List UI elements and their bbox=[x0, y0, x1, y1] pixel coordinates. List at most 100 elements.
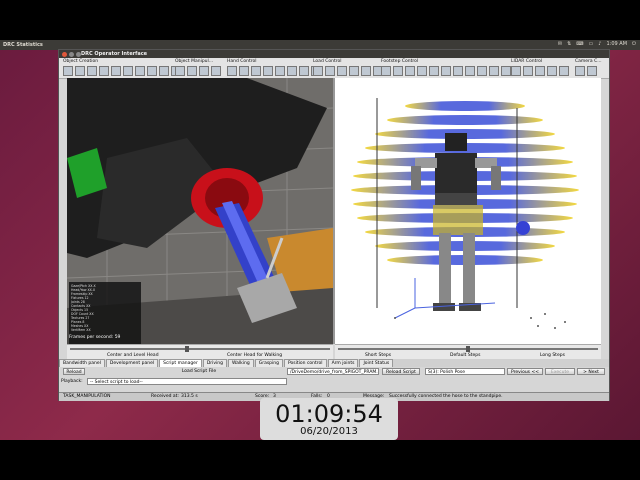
power-icon[interactable]: ⏻ bbox=[632, 41, 636, 47]
slider-right-label: Center Head for Walking bbox=[227, 353, 283, 358]
system-tray: ✉ ⇅ ⌨ ▭ ♪ 1:09 AM ⏻ bbox=[558, 41, 636, 47]
hand-open-icon[interactable] bbox=[227, 66, 237, 76]
toolbar-group-footstep-control: Footstep Control bbox=[379, 58, 511, 78]
lidar-3d-view[interactable] bbox=[335, 78, 601, 344]
tab-driving[interactable]: Driving bbox=[202, 359, 227, 367]
footstep-3-icon[interactable] bbox=[405, 66, 415, 76]
load-1-icon[interactable] bbox=[313, 66, 323, 76]
hand-pinch-icon[interactable] bbox=[251, 66, 261, 76]
script-path-field[interactable]: /DriveDemo/drive_from_SPIGOT_PRAM.xml bbox=[287, 368, 379, 375]
load-script-button[interactable]: Load Script File bbox=[144, 368, 254, 375]
received-value: 313.5 s bbox=[181, 394, 198, 399]
create-drill-icon[interactable] bbox=[159, 66, 169, 76]
operator-window: DRC Operator Interface Object Creation O… bbox=[58, 49, 610, 401]
footstep-10-icon[interactable] bbox=[489, 66, 499, 76]
playback-label: Playback: bbox=[61, 379, 83, 384]
footstep-9-icon[interactable] bbox=[477, 66, 487, 76]
lidar-5-icon[interactable] bbox=[559, 66, 569, 76]
minimize-window-icon[interactable] bbox=[69, 51, 74, 57]
reload-button[interactable]: Reload bbox=[63, 368, 85, 375]
toolbar-group-label: Footstep Control bbox=[381, 59, 419, 64]
tab-bandwidth[interactable]: Bandwidth panel bbox=[59, 359, 105, 367]
create-sphere-icon[interactable] bbox=[87, 66, 97, 76]
move-object-icon[interactable] bbox=[175, 66, 185, 76]
footstep-1-icon[interactable] bbox=[381, 66, 391, 76]
create-door-icon[interactable] bbox=[123, 66, 133, 76]
lidar-1-icon[interactable] bbox=[511, 66, 521, 76]
tab-script-manager[interactable]: Script manager bbox=[159, 359, 202, 367]
head-control-slider[interactable]: Center and Level Head Center Head for Wa… bbox=[67, 344, 333, 359]
previous-button[interactable]: Previous << bbox=[507, 368, 543, 375]
rotate-object-icon[interactable] bbox=[187, 66, 197, 76]
camera-1-icon[interactable] bbox=[575, 66, 585, 76]
task-mode: TASK_MANIPULATION bbox=[63, 394, 111, 399]
hand-left-icon[interactable] bbox=[275, 66, 285, 76]
next-button[interactable]: > Next bbox=[577, 368, 605, 375]
clock-date: 06/20/2013 bbox=[300, 426, 358, 437]
footstep-2-icon[interactable] bbox=[393, 66, 403, 76]
load-5-icon[interactable] bbox=[361, 66, 371, 76]
slider-knob[interactable] bbox=[185, 346, 190, 352]
step-length-slider[interactable]: Short Steps Default Steps Long Steps bbox=[335, 344, 601, 359]
load-3-icon[interactable] bbox=[337, 66, 347, 76]
camera-view[interactable]: Gaze/Ptch XX.X Head/Yaw XX.X Frameskip X… bbox=[67, 78, 333, 344]
hand-reset-icon[interactable] bbox=[299, 66, 309, 76]
create-cylinder-icon[interactable] bbox=[75, 66, 85, 76]
script-select[interactable]: -- Select script to load-- bbox=[87, 378, 287, 385]
toolbar-group-object-creation: Object Creation bbox=[61, 58, 181, 78]
footstep-cancel-icon[interactable] bbox=[465, 66, 475, 76]
footstep-7-icon[interactable] bbox=[453, 66, 463, 76]
footstep-6-icon[interactable] bbox=[441, 66, 451, 76]
tab-grasping[interactable]: Grasping bbox=[254, 359, 283, 367]
delete-object-icon[interactable] bbox=[211, 66, 221, 76]
toolbar-group-label: Hand Control bbox=[227, 59, 257, 64]
create-ladder-icon[interactable] bbox=[135, 66, 145, 76]
panel-tabs: Bandwidth panel Development panel Script… bbox=[59, 359, 609, 367]
window-title: DRC Operator Interface bbox=[81, 51, 148, 57]
slider-left-label: Short Steps bbox=[365, 353, 392, 358]
create-car-icon[interactable] bbox=[147, 66, 157, 76]
reload-script-button[interactable]: Reload Script bbox=[382, 368, 420, 375]
slider-knob[interactable] bbox=[466, 346, 470, 352]
close-window-icon[interactable] bbox=[62, 51, 67, 57]
load-2-icon[interactable] bbox=[325, 66, 335, 76]
hand-close-icon[interactable] bbox=[239, 66, 249, 76]
toolbar-group-label: Camera C... bbox=[575, 59, 602, 64]
clock-time: 01:09:54 bbox=[275, 400, 383, 428]
tab-arm-joints[interactable]: Arm joints bbox=[327, 359, 359, 367]
slider-right-label: Long Steps bbox=[540, 353, 565, 358]
active-app-name: DRC Statistics bbox=[3, 42, 43, 48]
create-valve-icon[interactable] bbox=[111, 66, 121, 76]
hand-right-icon[interactable] bbox=[287, 66, 297, 76]
tab-position-control[interactable]: Position control bbox=[284, 359, 327, 367]
lidar-4-icon[interactable] bbox=[547, 66, 557, 76]
tray-clock[interactable]: 1:09 AM bbox=[606, 41, 627, 47]
create-cube-icon[interactable] bbox=[63, 66, 73, 76]
network-icon[interactable]: ⇅ bbox=[567, 41, 571, 47]
window-titlebar[interactable]: DRC Operator Interface bbox=[59, 50, 609, 58]
slider-track[interactable] bbox=[70, 348, 330, 350]
create-hose-icon[interactable] bbox=[99, 66, 109, 76]
mail-icon[interactable]: ✉ bbox=[558, 41, 562, 47]
hand-spread-icon[interactable] bbox=[263, 66, 273, 76]
lidar-3-icon[interactable] bbox=[535, 66, 545, 76]
tab-development[interactable]: Development panel bbox=[105, 359, 159, 367]
footstep-5-icon[interactable] bbox=[429, 66, 439, 76]
keyboard-icon[interactable]: ⌨ bbox=[576, 41, 583, 47]
current-step-field[interactable]: S(3): Polish Pose bbox=[425, 368, 505, 375]
footstep-4-icon[interactable] bbox=[417, 66, 427, 76]
tab-walking[interactable]: Walking bbox=[228, 359, 254, 367]
battery-icon[interactable]: ▭ bbox=[589, 41, 594, 47]
load-4-icon[interactable] bbox=[349, 66, 359, 76]
execute-button[interactable]: Execute bbox=[545, 368, 575, 375]
scale-object-icon[interactable] bbox=[199, 66, 209, 76]
received-label: Received at: bbox=[151, 394, 179, 399]
camera-2-icon[interactable] bbox=[587, 66, 597, 76]
toolbar-group-hand-control: Hand Control bbox=[225, 58, 321, 78]
volume-icon[interactable]: ♪ bbox=[598, 41, 601, 47]
lidar-scene bbox=[335, 78, 601, 344]
toolbar-group-load-control: Load Control bbox=[311, 58, 383, 78]
tab-joint-status[interactable]: Joint Status bbox=[359, 359, 394, 367]
toolbar-group-label: Load Control bbox=[313, 59, 342, 64]
lidar-2-icon[interactable] bbox=[523, 66, 533, 76]
